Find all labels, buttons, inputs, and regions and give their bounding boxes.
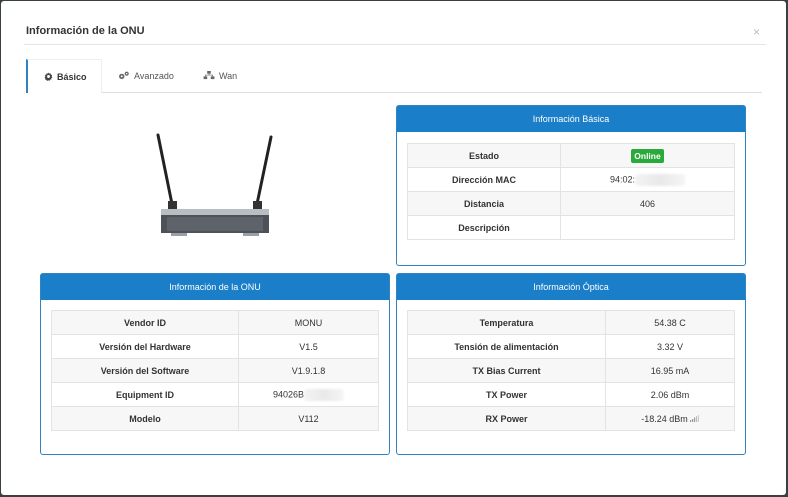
onu-info-modal: Información de la ONU × Básico Avanzado … [1, 1, 786, 495]
gears-icon [118, 71, 130, 80]
router-image [151, 129, 279, 241]
row-label: Modelo [51, 406, 239, 431]
row-value: 3.32 V [605, 334, 735, 359]
optical-info-table: Temperatura 54.38 C Tensión de alimentac… [407, 310, 735, 431]
row-label: Versión del Hardware [51, 334, 239, 359]
row-label: Tensión de alimentación [407, 334, 606, 359]
tab-avanzado-label: Avanzado [134, 70, 174, 81]
modal-title: Información de la ONU [26, 25, 145, 37]
row-value: 406 [560, 191, 735, 216]
redacted-mark [304, 388, 345, 401]
table-row: Vendor ID MONU [51, 310, 379, 335]
row-label: TX Power [407, 382, 606, 407]
table-row: TX Bias Current 16.95 mA [407, 358, 735, 383]
redacted-mark [635, 173, 686, 186]
panel-onu-info-title: Información de la ONU [41, 274, 389, 300]
table-row: Distancia 406 [407, 191, 735, 216]
tab-wan-label: Wan [219, 70, 238, 81]
rx-power-cell: -18.24 dBm [605, 406, 735, 431]
panel-basic-info: Información Básica Estado Online Direcci… [396, 105, 746, 266]
close-icon[interactable]: × [753, 26, 760, 38]
basic-info-table: Estado Online Dirección MAC 94:02: Dista… [407, 143, 735, 240]
table-row: Temperatura 54.38 C [407, 310, 735, 335]
row-value: 54.38 C [605, 310, 735, 335]
panel-optical-info: Información Óptica Temperatura 54.38 C T… [396, 273, 746, 455]
row-value: 16.95 mA [605, 358, 735, 383]
row-value: V1.5 [238, 334, 379, 359]
table-row: Versión del Hardware V1.5 [51, 334, 379, 359]
tab-bar: Básico Avanzado Wan [26, 59, 762, 93]
row-value: 2.06 dBm [605, 382, 735, 407]
mac-cell: 94:02: [560, 167, 735, 192]
rx-power-value: -18.24 dBm [641, 413, 688, 424]
row-label: Estado [407, 143, 561, 168]
tab-basico-label: Básico [57, 71, 87, 82]
mac-value: 94:02: [609, 173, 636, 184]
status-cell: Online [560, 143, 735, 168]
row-value: V1.9.1.8 [238, 358, 379, 383]
row-value: MONU [238, 310, 379, 335]
row-value [560, 215, 735, 240]
sitemap-icon [203, 71, 215, 80]
table-row: Dirección MAC 94:02: [407, 167, 735, 192]
row-label: Descripción [407, 215, 561, 240]
table-row: Tensión de alimentación 3.32 V [407, 334, 735, 359]
equipment-id-cell: 94026B [238, 382, 379, 407]
row-label: RX Power [407, 406, 606, 431]
table-row: Versión del Software V1.9.1.8 [51, 358, 379, 383]
row-label: Temperatura [407, 310, 606, 335]
row-label: TX Bias Current [407, 358, 606, 383]
tab-basico[interactable]: Básico [26, 59, 102, 93]
row-label: Distancia [407, 191, 561, 216]
status-badge: Online [631, 148, 664, 163]
row-label: Equipment ID [51, 382, 239, 407]
equipment-id-value: 94026B [272, 388, 305, 399]
header-divider [24, 44, 766, 45]
modal-header: Información de la ONU × [1, 1, 786, 45]
table-row: Estado Online [407, 143, 735, 168]
row-value: V112 [238, 406, 379, 431]
row-label: Versión del Software [51, 358, 239, 383]
panel-onu-info: Información de la ONU Vendor ID MONU Ver… [40, 273, 390, 455]
table-row: Descripción [407, 215, 735, 240]
table-row: RX Power -18.24 dBm [407, 406, 735, 431]
panel-optical-info-title: Información Óptica [397, 274, 745, 300]
table-row: Equipment ID 94026B [51, 382, 379, 407]
panel-basic-info-title: Información Básica [397, 106, 745, 132]
table-row: Modelo V112 [51, 406, 379, 431]
row-label: Dirección MAC [407, 167, 561, 192]
onu-info-table: Vendor ID MONU Versión del Hardware V1.5… [51, 310, 379, 431]
table-row: TX Power 2.06 dBm [407, 382, 735, 407]
gear-icon [44, 72, 53, 81]
tab-wan[interactable]: Wan [203, 59, 237, 92]
row-label: Vendor ID [51, 310, 239, 335]
signal-bars-icon [689, 414, 699, 424]
tab-avanzado[interactable]: Avanzado [118, 59, 174, 92]
